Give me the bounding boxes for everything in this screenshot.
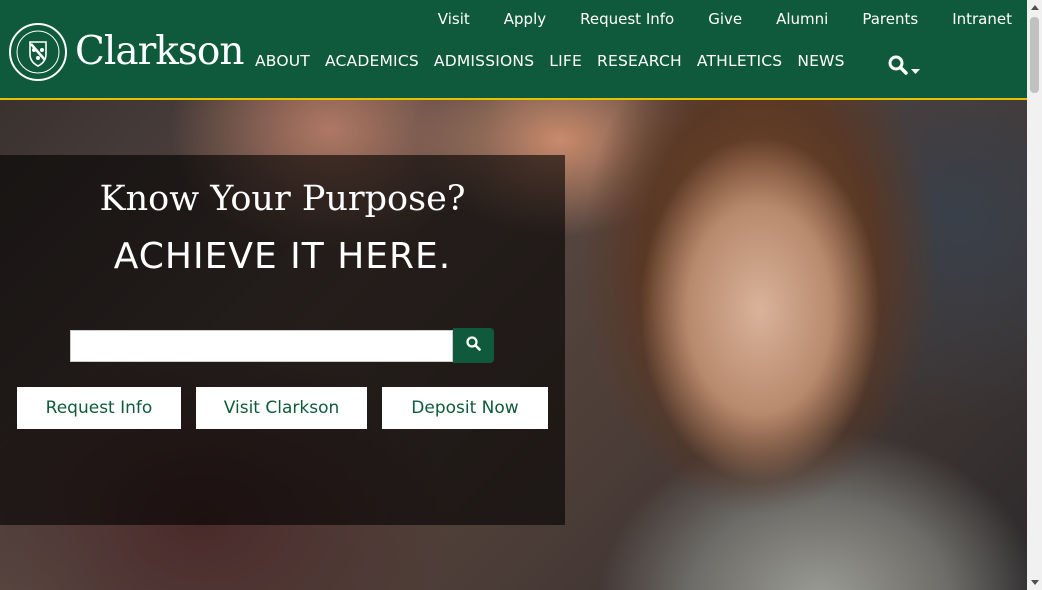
vertical-scrollbar[interactable] [1027,0,1042,590]
scrollbar-thumb[interactable] [1030,17,1039,93]
scroll-up-arrow-icon[interactable] [1027,0,1042,15]
util-link-parents[interactable]: Parents [862,10,918,28]
hero-search-input[interactable] [70,330,453,362]
wordmark: Clarkson [75,29,244,74]
hero-panel: Know Your Purpose? ACHIEVE IT HERE. Requ… [0,155,565,525]
hero-section: Know Your Purpose? ACHIEVE IT HERE. Requ… [0,100,1027,590]
util-link-intranet[interactable]: Intranet [952,10,1012,28]
search-icon [888,55,908,79]
util-link-visit[interactable]: Visit [438,10,470,28]
util-link-apply[interactable]: Apply [504,10,546,28]
request-info-button[interactable]: Request Info [17,387,181,429]
nav-admissions[interactable]: ADMISSIONS [434,52,534,70]
clarkson-logo[interactable]: Clarkson [9,23,244,81]
util-link-give[interactable]: Give [708,10,742,28]
main-nav: ABOUT ACADEMICS ADMISSIONS LIFE RESEARCH… [255,52,860,70]
nav-life[interactable]: LIFE [549,52,582,70]
page: Clarkson Visit Apply Request Info Give A… [0,0,1027,590]
scroll-down-arrow-icon[interactable] [1027,575,1042,590]
nav-academics[interactable]: ACADEMICS [325,52,419,70]
nav-athletics[interactable]: ATHLETICS [697,52,782,70]
search-icon [466,336,481,355]
hero-title-line2: ACHIEVE IT HERE. [113,236,452,277]
util-link-request-info[interactable]: Request Info [580,10,674,28]
visit-clarkson-button[interactable]: Visit Clarkson [196,387,367,429]
deposit-now-button[interactable]: Deposit Now [382,387,548,429]
nav-research[interactable]: RESEARCH [597,52,682,70]
util-link-alumni[interactable]: Alumni [776,10,828,28]
search-toggle-button[interactable] [888,54,920,79]
site-header: Clarkson Visit Apply Request Info Give A… [0,0,1027,100]
university-seal-icon [9,23,67,81]
utility-nav: Visit Apply Request Info Give Alumni Par… [404,10,1012,28]
hero-title-line1: Know Your Purpose? [99,179,466,219]
hero-search-button[interactable] [453,328,494,363]
nav-about[interactable]: ABOUT [255,52,310,70]
nav-news[interactable]: NEWS [797,52,844,70]
caret-down-icon [911,60,920,79]
